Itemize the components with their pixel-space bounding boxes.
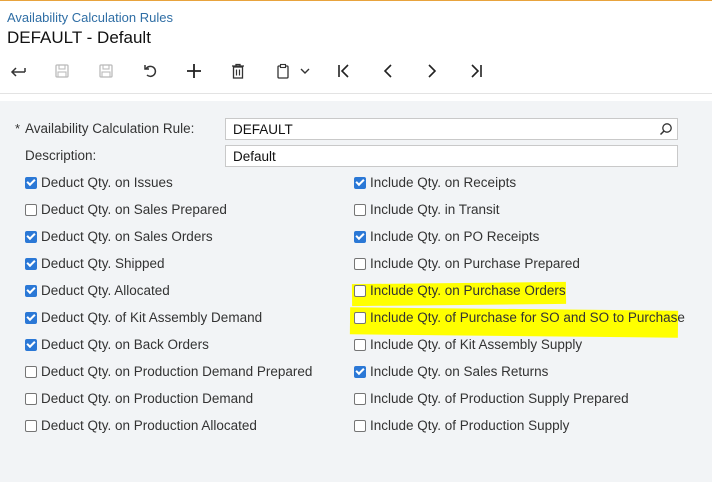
- description-field[interactable]: Default: [225, 145, 678, 167]
- checkbox-unchecked[interactable]: [354, 338, 366, 351]
- checkbox-checked[interactable]: [25, 176, 37, 189]
- checkbox-deduct-qty-on-production-allocated[interactable]: Deduct Qty. on Production Allocated: [25, 418, 257, 433]
- checkbox-label: Include Qty. of Kit Assembly Supply: [370, 337, 583, 352]
- checkbox-label: Deduct Qty. on Production Demand: [41, 391, 254, 406]
- checkbox-label: Include Qty. in Transit: [370, 202, 500, 217]
- checkbox-unchecked[interactable]: [354, 203, 366, 216]
- checkbox-checked[interactable]: [25, 284, 37, 297]
- checkbox-label: Include Qty. of Purchase for SO and SO t…: [370, 310, 685, 325]
- save-icon[interactable]: [93, 58, 119, 84]
- checkbox-include-qty-of-production-supply[interactable]: Include Qty. of Production Supply: [354, 418, 569, 433]
- checkbox-label: Deduct Qty. of Kit Assembly Demand: [41, 310, 263, 325]
- checkbox-deduct-qty-on-production-demand-prepared[interactable]: Deduct Qty. on Production Demand Prepare…: [25, 364, 312, 379]
- checkbox-include-qty-in-transit[interactable]: Include Qty. in Transit: [354, 202, 500, 217]
- checkbox-label: Include Qty. on PO Receipts: [370, 229, 540, 244]
- checkbox-label: Deduct Qty. on Sales Orders: [41, 229, 213, 244]
- delete-icon[interactable]: [225, 58, 251, 84]
- last-record-icon[interactable]: [463, 58, 489, 84]
- checkbox-unchecked[interactable]: [25, 392, 37, 405]
- checkbox-deduct-qty-on-back-orders[interactable]: Deduct Qty. on Back Orders: [25, 337, 209, 352]
- checkbox-checked[interactable]: [354, 230, 366, 243]
- checkbox-include-qty-of-production-supply-prepared[interactable]: Include Qty. of Production Supply Prepar…: [354, 391, 629, 406]
- checkbox-label: Include Qty. on Purchase Prepared: [370, 256, 580, 271]
- first-record-icon[interactable]: [331, 58, 357, 84]
- checkbox-deduct-qty-on-issues[interactable]: Deduct Qty. on Issues: [25, 175, 173, 190]
- back-icon[interactable]: [5, 58, 31, 84]
- save-close-icon[interactable]: [49, 58, 75, 84]
- checkbox-label: Deduct Qty. on Sales Prepared: [41, 202, 227, 217]
- checkbox-label: Deduct Qty. Allocated: [41, 283, 170, 298]
- required-asterisk: *: [15, 121, 21, 136]
- checkbox-deduct-qty-shipped[interactable]: Deduct Qty. Shipped: [25, 256, 165, 271]
- chevron-down-icon[interactable]: [293, 58, 317, 84]
- checkbox-label: Deduct Qty. on Production Demand Prepare…: [41, 364, 313, 379]
- checkbox-checked[interactable]: [25, 338, 37, 351]
- checkbox-unchecked[interactable]: [25, 365, 37, 378]
- search-icon[interactable]: [659, 122, 673, 139]
- checkbox-label: Include Qty. on Purchase Orders: [370, 283, 566, 298]
- checkbox-deduct-qty-of-kit-assembly-demand[interactable]: Deduct Qty. of Kit Assembly Demand: [25, 310, 262, 325]
- checkbox-label: Include Qty. of Production Supply: [370, 418, 570, 433]
- rule-label: Availability Calculation Rule:: [25, 121, 195, 136]
- checkbox-deduct-qty-on-sales-orders[interactable]: Deduct Qty. on Sales Orders: [25, 229, 213, 244]
- rule-selector[interactable]: DEFAULT: [225, 118, 678, 140]
- previous-record-icon[interactable]: [375, 58, 401, 84]
- toolbar: [0, 58, 712, 84]
- rule-value: DEFAULT: [233, 122, 293, 137]
- checkbox-unchecked[interactable]: [354, 392, 366, 405]
- undo-icon[interactable]: [137, 58, 163, 84]
- breadcrumb[interactable]: Availability Calculation Rules: [7, 10, 173, 25]
- description-value: Default: [233, 149, 276, 164]
- checkbox-checked[interactable]: [354, 365, 366, 378]
- checkbox-include-qty-on-po-receipts[interactable]: Include Qty. on PO Receipts: [354, 229, 539, 244]
- checkbox-deduct-qty-on-sales-prepared[interactable]: Deduct Qty. on Sales Prepared: [25, 202, 227, 217]
- checkbox-checked[interactable]: [25, 311, 37, 324]
- checkbox-include-qty-on-purchase-prepared[interactable]: Include Qty. on Purchase Prepared: [354, 256, 580, 271]
- checkbox-label: Deduct Qty. on Issues: [41, 175, 173, 190]
- checkbox-unchecked[interactable]: [25, 203, 37, 216]
- checkbox-label: Deduct Qty. Shipped: [41, 256, 165, 271]
- checkbox-include-qty-on-receipts[interactable]: Include Qty. on Receipts: [354, 175, 516, 190]
- add-icon[interactable]: [181, 58, 207, 84]
- checkbox-include-qty-on-sales-returns[interactable]: Include Qty. on Sales Returns: [354, 364, 548, 379]
- checkbox-unchecked[interactable]: [354, 311, 366, 324]
- checkbox-checked[interactable]: [25, 230, 37, 243]
- checkbox-include-qty-on-purchase-orders[interactable]: Include Qty. on Purchase Orders: [354, 283, 566, 298]
- checkbox-unchecked[interactable]: [354, 284, 366, 297]
- next-record-icon[interactable]: [419, 58, 445, 84]
- checkbox-deduct-qty-allocated[interactable]: Deduct Qty. Allocated: [25, 283, 170, 298]
- description-label: Description:: [25, 148, 97, 163]
- checkbox-unchecked[interactable]: [354, 419, 366, 432]
- checkbox-label: Include Qty. on Receipts: [370, 175, 517, 190]
- checkbox-unchecked[interactable]: [354, 257, 366, 270]
- checkbox-include-qty-of-purchase-for-so-and-so-to-purchase[interactable]: Include Qty. of Purchase for SO and SO t…: [354, 310, 685, 325]
- checkbox-unchecked[interactable]: [25, 419, 37, 432]
- top-accent-line: [0, 0, 712, 1]
- checkbox-label: Deduct Qty. on Production Allocated: [41, 418, 257, 433]
- checkbox-label: Include Qty. on Sales Returns: [370, 364, 549, 379]
- checkbox-label: Include Qty. of Production Supply Prepar…: [370, 391, 629, 406]
- checkbox-include-qty-of-kit-assembly-supply[interactable]: Include Qty. of Kit Assembly Supply: [354, 337, 582, 352]
- toolbar-divider: [0, 93, 712, 94]
- checkbox-checked[interactable]: [354, 176, 366, 189]
- checkbox-checked[interactable]: [25, 257, 37, 270]
- checkbox-label: Deduct Qty. on Back Orders: [41, 337, 209, 352]
- page-title: DEFAULT - Default: [7, 28, 151, 47]
- checkbox-deduct-qty-on-production-demand[interactable]: Deduct Qty. on Production Demand: [25, 391, 253, 406]
